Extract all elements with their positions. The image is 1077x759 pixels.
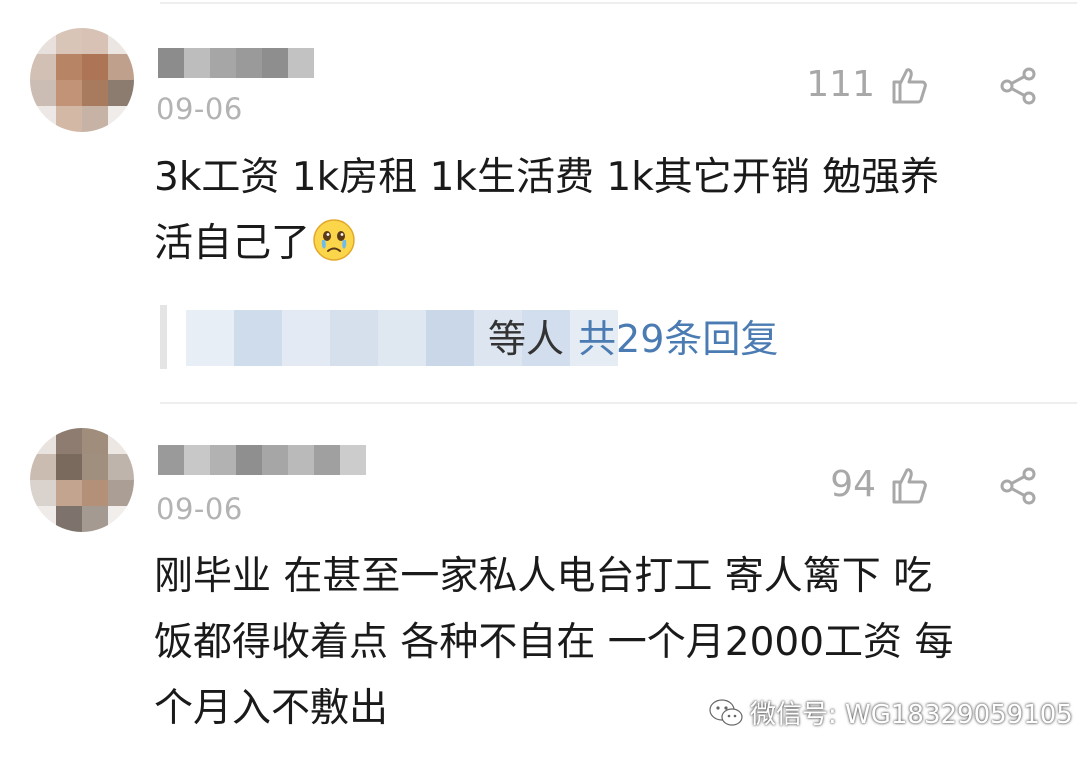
- avatar[interactable]: [30, 28, 134, 132]
- like-count[interactable]: 111: [755, 64, 875, 105]
- username-blurred[interactable]: [158, 445, 366, 475]
- comment-date: 09-06: [156, 92, 243, 126]
- comment-line: 活自己了: [154, 211, 1054, 277]
- comment-line: 刚毕业 在甚至一家私人电台打工 寄人篱下 吃: [154, 554, 933, 599]
- reply-indicator-bar: [160, 305, 167, 369]
- reply-count-link[interactable]: 共29条回复: [578, 317, 778, 361]
- comment-line-text: 活自己了: [154, 221, 311, 266]
- thumbs-up-icon[interactable]: [888, 64, 930, 106]
- comment-line: 饭都得收着点 各种不自在 一个月2000工资 每: [154, 620, 954, 665]
- thumbs-up-icon[interactable]: [888, 464, 930, 506]
- watermark-label: 微信号: WG18329059105: [750, 700, 1073, 730]
- comment-date: 09-06: [156, 492, 243, 526]
- share-icon[interactable]: [998, 66, 1038, 106]
- top-divider: [160, 2, 1077, 4]
- like-count[interactable]: 94: [756, 464, 876, 505]
- crying-face-icon: [313, 219, 355, 261]
- avatar[interactable]: [30, 428, 134, 532]
- share-icon[interactable]: [998, 466, 1038, 506]
- reply-summary[interactable]: 等人 共29条回复: [488, 312, 778, 366]
- reply-users-suffix: 等人: [488, 317, 565, 361]
- comment-line: 3k工资 1k房租 1k生活费 1k其它开销 勉强养: [154, 155, 940, 200]
- username-blurred[interactable]: [158, 48, 314, 78]
- comment-divider: [160, 402, 1077, 404]
- wechat-watermark: 微信号: WG18329059105: [708, 694, 1073, 731]
- wechat-icon: [709, 698, 743, 726]
- comment-text: 3k工资 1k房租 1k生活费 1k其它开销 勉强养 活自己了: [154, 145, 1054, 277]
